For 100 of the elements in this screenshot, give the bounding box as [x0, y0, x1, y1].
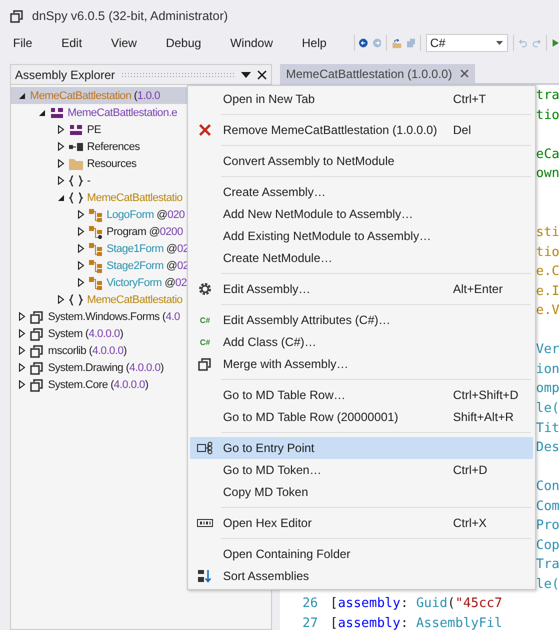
assembly-icon	[30, 310, 44, 324]
menu-item[interactable]: Add New NetModule to Assembly…	[190, 203, 533, 225]
language-dropdown[interactable]: C#	[426, 34, 508, 52]
folder-icon	[69, 158, 83, 170]
menu-item[interactable]: Sort Assemblies	[190, 565, 533, 587]
menu-item[interactable]: C# Edit Assembly Attributes (C#)…	[190, 309, 533, 331]
collapse-arrow-icon	[57, 194, 65, 202]
code-line: omp	[536, 381, 559, 396]
back-icon	[359, 36, 368, 50]
menu-item[interactable]: Go to MD Table Row (20000001) Shift+Alt+R	[190, 406, 533, 428]
menu-item[interactable]: Create NetModule…	[190, 247, 533, 269]
code-line: own	[536, 166, 559, 182]
collapse-arrow-icon	[18, 92, 26, 100]
tree-node-label: MemeCatBattlestation.e	[68, 106, 178, 118]
code-line: eCa	[536, 146, 559, 162]
tree-node-label: MemeCatBattlestation (1.0.0	[30, 90, 160, 102]
code-line: e.I	[536, 284, 559, 299]
line-number: 26	[301, 596, 319, 612]
menu-item[interactable]: Merge with Assembly…	[190, 353, 533, 375]
panel-title: Assembly Explorer	[15, 68, 116, 82]
tree-node-label: mscorlib (4.0.0.0)	[48, 344, 127, 356]
tree-node-label: System.Windows.Forms (4.0	[48, 310, 180, 322]
line-number: 27	[301, 616, 319, 630]
tree-node-label: PE	[87, 124, 101, 136]
code-line: Com	[536, 498, 559, 514]
close-icon	[257, 70, 267, 80]
close-icon	[460, 69, 470, 78]
menu-item[interactable]: Add Existing NetModule to Assembly…	[190, 225, 533, 247]
menu-bar-item[interactable]: Window	[223, 36, 282, 50]
csharp-icon: C#	[200, 316, 210, 324]
braces-icon	[69, 192, 83, 204]
menu-item[interactable]: Go to MD Token… Ctrl+D	[190, 459, 533, 481]
menu-bar-item[interactable]: Edit	[54, 36, 92, 50]
entry-point-icon	[197, 441, 213, 455]
document-tab[interactable]: MemeCatBattlestation (1.0.0.0)	[280, 64, 476, 83]
code-line: [assembly: Guid("45cc7	[330, 596, 502, 612]
menu-item[interactable]: Remove MemeCatBattlestation (1.0.0.0) Del	[190, 119, 533, 141]
menu-item[interactable]: Create Assembly…	[190, 181, 533, 203]
expand-arrow-icon	[57, 295, 65, 304]
tree-node-label: -	[87, 174, 90, 186]
code-line: Pro	[536, 518, 559, 534]
app-icon	[10, 9, 24, 23]
tree-node-label: System (4.0.0.0)	[48, 328, 124, 340]
menu-item[interactable]: Go to MD Table Row… Ctrl+Shift+D	[190, 384, 533, 406]
menu-item[interactable]: Open Containing Folder	[190, 543, 533, 565]
class-icon	[88, 242, 102, 256]
class-icon	[88, 276, 102, 290]
settings-icon	[198, 282, 212, 296]
code-line: ion	[536, 362, 559, 377]
collapse-arrow-icon	[38, 108, 46, 116]
assembly-icon	[30, 326, 44, 340]
code-line: e.V	[536, 303, 559, 318]
csharp-icon: C#	[200, 338, 210, 346]
save-icon	[406, 36, 416, 50]
code-line: Tra	[536, 557, 559, 572]
braces-icon	[69, 294, 83, 306]
menu-bar-item[interactable]: Debug	[158, 36, 210, 50]
code-line: sti	[536, 225, 559, 240]
code-line: Des	[536, 440, 559, 456]
class-icon	[88, 224, 102, 238]
menu-item[interactable]: Edit Assembly… Alt+Enter	[190, 278, 533, 300]
tree-node-label: System.Core (4.0.0.0)	[48, 378, 148, 390]
dropdown-arrow-icon	[241, 72, 251, 78]
menu-bar-item[interactable]: Help	[294, 36, 336, 50]
code-line: Con	[536, 479, 559, 494]
menu-item[interactable]: Go to Entry Point	[190, 437, 533, 459]
hex-editor-icon	[197, 519, 213, 527]
references-icon	[69, 142, 83, 150]
code-line: Ver	[536, 342, 559, 358]
menu-bar-item[interactable]: File	[6, 36, 42, 50]
code-line: Cop	[536, 538, 559, 553]
tree-node-label: System.Drawing (4.0.0.0)	[48, 362, 164, 374]
assembly-icon	[30, 360, 44, 374]
code-line: tio	[536, 244, 559, 260]
module-icon	[50, 106, 64, 118]
class-icon	[88, 208, 102, 222]
tree-node-label: MemeCatBattlestatio	[87, 192, 182, 204]
assembly-icon	[30, 344, 44, 358]
dropdown-arrow-icon	[496, 41, 504, 45]
code-line: tra	[536, 88, 559, 104]
menu-bar-item[interactable]: View	[104, 36, 146, 50]
code-line: le(	[536, 401, 559, 416]
menu-item[interactable]: C# Add Class (C#)…	[190, 331, 533, 353]
tree-node-label: Program @0200	[106, 226, 183, 238]
braces-icon	[69, 174, 83, 186]
assembly-icon	[198, 357, 212, 371]
code-line: le(	[536, 576, 559, 592]
code-line: Tit	[536, 420, 559, 436]
tree-node-label: VictoryForm @02	[106, 276, 187, 288]
menu-item[interactable]: Open Hex Editor Ctrl+X	[190, 512, 533, 534]
module-icon	[69, 124, 83, 136]
tree-node-label: References	[87, 140, 140, 152]
code-line: e.C	[536, 264, 559, 280]
forward-icon	[372, 36, 382, 50]
tree-node-label: Resources	[87, 158, 136, 170]
assembly-icon	[30, 378, 44, 392]
close-icon	[198, 123, 212, 137]
menu-item[interactable]: Copy MD Token	[190, 481, 533, 503]
sort-icon	[198, 569, 212, 583]
window-title: dnSpy v6.0.5 (32-bit, Administrator)	[32, 9, 228, 23]
